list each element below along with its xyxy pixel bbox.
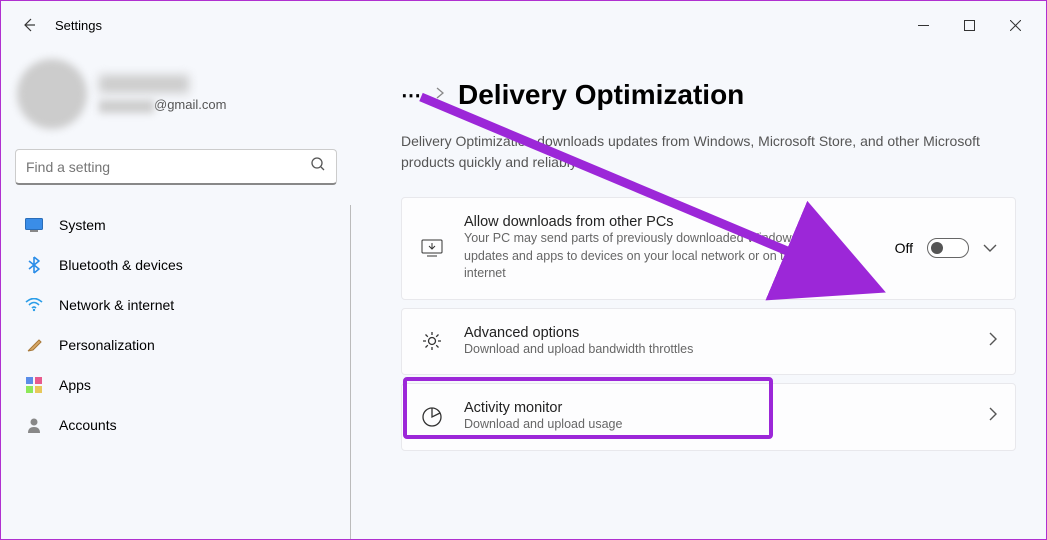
nav-network[interactable]: Network & internet	[15, 285, 336, 325]
wifi-icon	[25, 296, 43, 314]
user-profile[interactable]: @gmail.com	[15, 59, 337, 129]
nav-bluetooth[interactable]: Bluetooth & devices	[15, 245, 336, 285]
allow-downloads-toggle[interactable]	[927, 238, 969, 258]
expand-chevron-icon[interactable]	[983, 239, 997, 257]
chevron-right-icon	[989, 332, 997, 351]
toggle-state-label: Off	[895, 240, 913, 256]
page-title: Delivery Optimization	[458, 79, 744, 111]
nav-label: Personalization	[59, 337, 155, 353]
card-subtitle: Your PC may send parts of previously dow…	[464, 230, 824, 283]
paintbrush-icon	[25, 336, 43, 354]
card-subtitle: Download and upload usage	[464, 416, 969, 434]
card-title: Advanced options	[464, 325, 969, 341]
card-allow-downloads[interactable]: Allow downloads from other PCs Your PC m…	[401, 197, 1016, 300]
card-title: Activity monitor	[464, 400, 969, 416]
nav-personalization[interactable]: Personalization	[15, 325, 336, 365]
nav-accounts[interactable]: Accounts	[15, 405, 336, 445]
search-icon	[310, 156, 326, 177]
close-button[interactable]	[992, 5, 1038, 45]
download-network-icon	[420, 239, 444, 257]
back-button[interactable]	[9, 5, 49, 45]
profile-email: @gmail.com	[99, 97, 226, 112]
avatar	[17, 59, 87, 129]
accounts-icon	[25, 416, 43, 434]
chevron-right-icon	[989, 407, 997, 426]
page-description: Delivery Optimization downloads updates …	[401, 131, 981, 173]
chevron-right-icon	[436, 86, 444, 104]
card-title: Allow downloads from other PCs	[464, 214, 875, 230]
search-box[interactable]	[15, 149, 337, 185]
nav-system[interactable]: System	[15, 205, 336, 245]
nav-label: Accounts	[59, 417, 117, 433]
card-advanced-options[interactable]: Advanced options Download and upload ban…	[401, 308, 1016, 376]
profile-name	[99, 75, 189, 93]
nav-label: System	[59, 217, 106, 233]
maximize-button[interactable]	[946, 5, 992, 45]
nav-apps[interactable]: Apps	[15, 365, 336, 405]
app-title: Settings	[55, 18, 102, 33]
search-input[interactable]	[26, 159, 310, 175]
bluetooth-icon	[25, 256, 43, 274]
system-icon	[25, 216, 43, 234]
nav-label: Network & internet	[59, 297, 174, 313]
card-activity-monitor[interactable]: Activity monitor Download and upload usa…	[401, 383, 1016, 451]
pie-chart-icon	[420, 406, 444, 428]
nav-label: Apps	[59, 377, 91, 393]
gear-icon	[420, 330, 444, 352]
nav-label: Bluetooth & devices	[59, 257, 183, 273]
card-subtitle: Download and upload bandwidth throttles	[464, 341, 969, 359]
minimize-button[interactable]	[900, 5, 946, 45]
breadcrumb-more[interactable]: ⋯	[401, 83, 422, 108]
apps-icon	[25, 376, 43, 394]
